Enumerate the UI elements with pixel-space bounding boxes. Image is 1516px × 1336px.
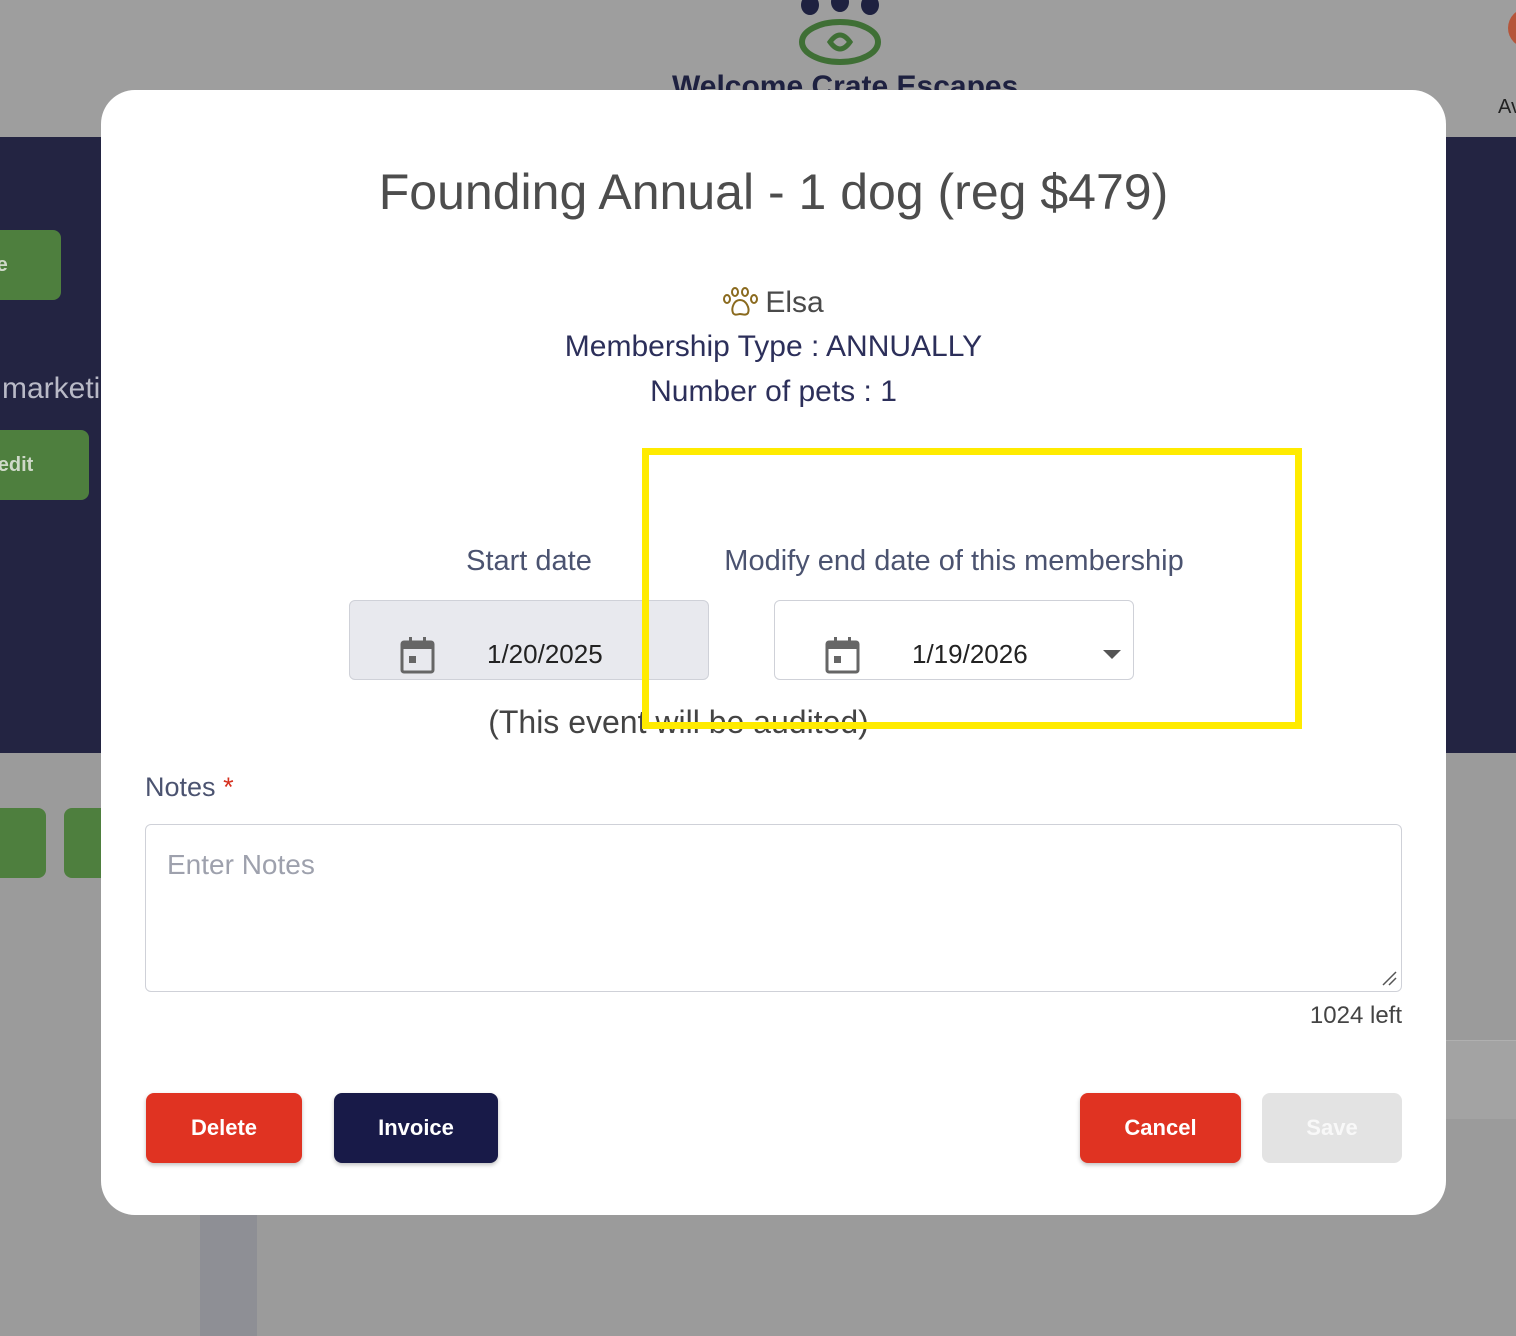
- character-counter: 1024 left: [1309, 1002, 1402, 1029]
- background-button[interactable]: redit: [0, 430, 89, 500]
- calendar-icon: [400, 637, 435, 674]
- background-button-label: redit: [0, 453, 34, 476]
- notes-input[interactable]: [145, 824, 1402, 992]
- save-button[interactable]: Save: [1262, 1093, 1402, 1163]
- membership-modal: Founding Annual - 1 dog (reg $479) Elsa …: [101, 90, 1446, 1215]
- pet-name: Elsa: [765, 286, 824, 319]
- background-button-label: te: [0, 253, 8, 276]
- notes-label: Notes *: [145, 772, 234, 803]
- highlight-box: [642, 448, 1302, 729]
- modal-title: Founding Annual - 1 dog (reg $479): [378, 164, 1169, 220]
- background-button[interactable]: te: [0, 230, 61, 300]
- user-name: Av: [1498, 96, 1516, 118]
- resize-grip-icon[interactable]: [1381, 970, 1397, 986]
- background-button[interactable]: [0, 808, 46, 878]
- cancel-button[interactable]: Cancel: [1080, 1093, 1241, 1163]
- pet-line: Elsa: [101, 286, 1446, 320]
- membership-type: Membership Type : ANNUALLY: [564, 330, 983, 363]
- start-date-value: 1/20/2025: [487, 639, 603, 669]
- logo-icon: [799, 0, 881, 65]
- background-strip: [200, 1215, 257, 1336]
- required-mark: *: [223, 772, 234, 802]
- avatar[interactable]: [1508, 8, 1516, 48]
- number-of-pets: Number of pets : 1: [650, 375, 897, 408]
- invoice-button[interactable]: Invoice: [334, 1093, 498, 1163]
- background-text: marketi: [2, 372, 101, 405]
- delete-button[interactable]: Delete: [146, 1093, 302, 1163]
- background-panel: [1446, 1040, 1516, 1119]
- paw-icon: [723, 287, 759, 316]
- notes-label-text: Notes: [145, 772, 216, 802]
